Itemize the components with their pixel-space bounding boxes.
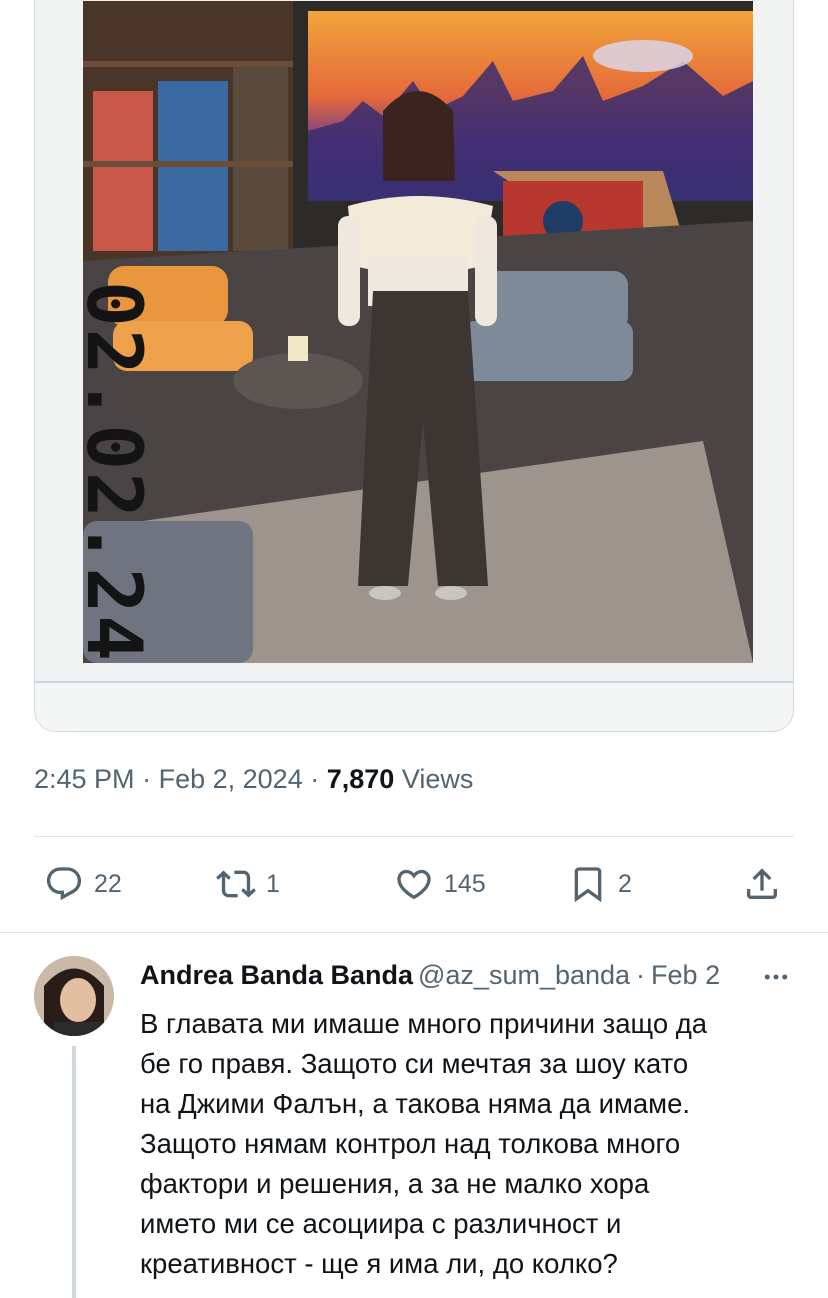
post-date[interactable]: Feb 2, 2024 bbox=[159, 764, 303, 794]
repost-count: 1 bbox=[266, 869, 280, 898]
meta-separator: · bbox=[310, 764, 320, 794]
post-meta: 2:45 PM · Feb 2, 2024 · 7,870 Views bbox=[34, 764, 473, 795]
polaroid-bottom-strip bbox=[35, 681, 793, 731]
polaroid-frame: 02.02.24 bbox=[35, 0, 793, 731]
author-name[interactable]: Andrea Banda Banda bbox=[140, 960, 418, 991]
post-media-card[interactable]: 02.02.24 bbox=[34, 0, 794, 732]
reply-text-line: името ми се асоциира с различност и bbox=[140, 1208, 622, 1239]
meta-separator: · bbox=[142, 764, 152, 794]
share-icon bbox=[747, 868, 777, 899]
action-bar: 22 1 145 2 bbox=[40, 860, 790, 908]
reply-text-line: на Джими Фалън, а такова няма да имаме. bbox=[140, 1088, 690, 1119]
share-button[interactable] bbox=[742, 860, 782, 908]
bookmark-button[interactable]: 2 bbox=[568, 860, 632, 908]
reply-count: 22 bbox=[94, 869, 122, 898]
reply-text-line: фактори и решения, а за не малко хора bbox=[140, 1168, 650, 1199]
tweet-detail-page: 02.02.24 2:45 PM · Feb 2, 2024 · 7,870 V… bbox=[0, 0, 828, 1298]
reply-header: Andrea Banda Banda @az_sum_banda · Feb 2 bbox=[140, 960, 800, 991]
divider bbox=[0, 932, 828, 933]
views-label: Views bbox=[401, 764, 474, 794]
post-time[interactable]: 2:45 PM bbox=[34, 764, 135, 794]
photo-date-stamp: 02.02.24 bbox=[70, 281, 159, 664]
reply-text-line: Защото нямам контрол над толкова много bbox=[140, 1128, 681, 1159]
thread-line bbox=[72, 1046, 76, 1298]
heart-icon bbox=[397, 869, 431, 900]
reply-text-line: бе го правя. Защото си мечтая за шоу кат… bbox=[140, 1048, 689, 1079]
reply-text-line: В главата ми имаше много причини защо да bbox=[140, 1008, 708, 1039]
like-count: 145 bbox=[444, 869, 486, 898]
more-horizontal-icon bbox=[764, 974, 788, 980]
bookmark-icon bbox=[574, 867, 602, 903]
like-button[interactable]: 145 bbox=[394, 860, 486, 908]
author-handle[interactable]: @az_sum_banda bbox=[418, 960, 630, 991]
more-button[interactable] bbox=[758, 962, 794, 992]
avatar-image bbox=[34, 956, 114, 1036]
avatar[interactable] bbox=[34, 956, 114, 1036]
reply-button[interactable]: 22 bbox=[44, 860, 122, 908]
reply-date[interactable]: Feb 2 bbox=[651, 960, 720, 991]
header-separator: · bbox=[636, 960, 646, 990]
views-count: 7,870 bbox=[326, 764, 395, 794]
comment-icon bbox=[46, 867, 82, 901]
reply-text: В главата ми имаше много причини защо да… bbox=[140, 1004, 800, 1284]
studio-photo-illustration bbox=[83, 1, 753, 663]
bookmark-count: 2 bbox=[618, 869, 632, 898]
reply-text-line: креативност - ще я има ли, до колко? bbox=[140, 1248, 618, 1279]
repost-icon bbox=[216, 870, 256, 898]
repost-button[interactable]: 1 bbox=[216, 860, 280, 908]
post-photo[interactable] bbox=[83, 1, 753, 663]
divider bbox=[34, 836, 794, 837]
